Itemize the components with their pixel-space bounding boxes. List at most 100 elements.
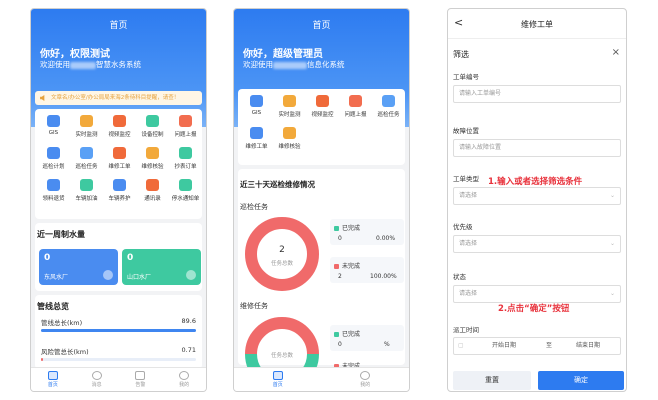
grid-item-patrol-plan[interactable]: 巡检计划	[37, 147, 70, 170]
grid-item-label: 问题上报	[174, 132, 197, 138]
stats-title: 近三十天巡检维修情况	[240, 180, 315, 189]
plant-tile-dongfeng[interactable]: 0 东风水厂	[39, 249, 118, 285]
camera-icon	[113, 115, 126, 127]
reset-button[interactable]: 重置	[453, 371, 531, 390]
grid-item-camera[interactable]: 视频监控	[306, 95, 339, 118]
notice-icon	[179, 179, 192, 191]
chevron-down-icon: ⌄	[609, 290, 615, 297]
grid-item-material[interactable]: 领料退货	[37, 179, 70, 202]
patrol-plan-icon	[47, 147, 60, 159]
grid-item-patrol-task[interactable]: 巡检任务	[372, 95, 405, 118]
grid-item-repair-check[interactable]: 维修核验	[273, 127, 306, 150]
tab-mine[interactable]: 我的	[162, 368, 206, 391]
grid-item-notice[interactable]: 停水通知单	[169, 179, 202, 202]
close-icon[interactable]: ×	[612, 47, 620, 58]
grid-item-meter-order[interactable]: 抄表订单	[169, 147, 202, 170]
progress-track	[41, 358, 196, 361]
end-date[interactable]: 结束日期	[576, 338, 600, 354]
dispatch-time-range[interactable]: ▢ 开始日期 至 结束日期	[453, 337, 621, 355]
grid-item-vehicle[interactable]: 车辆养护	[103, 179, 136, 202]
tab-label: 首页	[47, 382, 58, 388]
field-placeholder: 请选择	[459, 240, 478, 247]
grid-item-label: GIS	[48, 130, 59, 136]
report-icon	[349, 95, 362, 107]
row-label: 管线总长(km)	[41, 319, 83, 327]
grid-item-label: 视频监控	[108, 132, 131, 138]
field-label: 状态	[453, 273, 466, 281]
patrol-done-legend: 已完成	[334, 223, 360, 232]
pipe-title: 管线总览	[37, 302, 69, 311]
grid-item-label: 车辆养护	[108, 196, 131, 202]
grid-item-label: 领料退货	[42, 196, 65, 202]
select-field[interactable]: 请选择 ⌄	[453, 235, 621, 253]
progress-track	[41, 329, 196, 332]
field-placeholder: 请输入工单编号	[459, 90, 502, 97]
dispatch-time-label: 派工时间	[453, 326, 479, 334]
grid-item-contacts[interactable]: 通讯录	[136, 179, 169, 202]
repair-donut-undone	[245, 317, 319, 355]
patrol-title: 巡检任务	[240, 203, 268, 211]
patrol-total: 2	[279, 245, 285, 255]
notice-bar[interactable]: 文章名/办公室/办公局局来海2条待科目提醒，请查！	[35, 91, 202, 105]
subtitle-suffix: 智慧水务系统	[96, 60, 141, 69]
grid-item-report[interactable]: 问题上报	[169, 115, 202, 138]
field-label: 工单编号	[453, 73, 479, 81]
subtitle-prefix: 欢迎使用	[243, 60, 273, 69]
confirm-button[interactable]: 确定	[538, 371, 624, 390]
grid-item-repair-order[interactable]: 维修工单	[240, 127, 273, 150]
grid-item-fuel[interactable]: 车辆加油	[70, 179, 103, 202]
annotation-step2: 2.点击“确定”按钮	[498, 304, 570, 314]
tab-home[interactable]: 首页	[234, 368, 322, 391]
field-placeholder: 请选择	[459, 290, 478, 297]
filter-title: 筛选	[453, 50, 469, 59]
greeting: 你好，权限测试	[40, 49, 110, 60]
page-title: 首页	[312, 21, 331, 31]
start-date[interactable]: 开始日期	[492, 338, 516, 354]
meter-order-icon	[179, 147, 192, 159]
grid-item-repair-check[interactable]: 维修核验	[136, 147, 169, 170]
tab-messages[interactable]: 消息	[75, 368, 119, 391]
page-title: 维修工单	[521, 20, 553, 29]
field-label: 优先级	[453, 223, 473, 231]
tab-mine[interactable]: 我的	[322, 368, 410, 391]
tab-alarm[interactable]: 告警	[119, 368, 163, 391]
grid-item-label: 实时监测	[278, 112, 301, 118]
patrol-todo-pct: 100.00%	[370, 273, 397, 280]
contacts-icon	[146, 179, 159, 191]
tab-home[interactable]: 首页	[31, 368, 75, 391]
vehicle-icon	[113, 179, 126, 191]
report-icon	[179, 115, 192, 127]
patrol-total-label: 任务总数	[270, 261, 293, 267]
text-input[interactable]: 请输入工单编号	[453, 85, 621, 103]
field-placeholder: 请输入故障位置	[459, 144, 502, 151]
device-control-icon	[146, 115, 159, 127]
patrol-done-pct: 0.00%	[376, 235, 396, 242]
grid-item-label: 维修工单	[245, 144, 268, 150]
select-field[interactable]: 请选择 ⌄	[453, 187, 621, 205]
grid-item-gis[interactable]: GIS	[37, 115, 70, 138]
grid-item-label: 维修工单	[108, 164, 131, 170]
grid-item-monitor[interactable]: 实时监测	[273, 95, 306, 118]
grid-item-camera[interactable]: 视频监控	[103, 115, 136, 138]
tab-bar: 首页 我的	[234, 367, 409, 391]
grid-item-report[interactable]: 问题上报	[339, 95, 372, 118]
grid-item-gis[interactable]: GIS	[240, 95, 273, 118]
progress-fill	[41, 358, 44, 361]
gis-icon	[47, 115, 60, 127]
patrol-task-icon	[80, 147, 93, 159]
repair-check-icon	[146, 147, 159, 159]
welcome-subtitle: 欢迎使用 智慧水务系统	[40, 59, 141, 70]
plant-tile-shankou[interactable]: 0 山口水厂	[122, 249, 201, 285]
grid-item-patrol-task[interactable]: 巡检任务	[70, 147, 103, 170]
tile-name: 东风水厂	[44, 274, 69, 281]
home-icon	[47, 371, 58, 380]
chevron-down-icon: ⌄	[609, 192, 615, 199]
text-input[interactable]: 请输入故障位置	[453, 139, 621, 157]
grid-item-monitor[interactable]: 实时监测	[70, 115, 103, 138]
select-field[interactable]: 请选择 ⌄	[453, 285, 621, 303]
function-grid: GIS 实时监测 视频监控 问题上报 巡检任务维修工单 维修核验	[240, 95, 405, 150]
grid-item-label: GIS	[251, 110, 262, 116]
grid-item-repair-order[interactable]: 维修工单	[103, 147, 136, 170]
home-icon	[272, 371, 283, 380]
grid-item-device-control[interactable]: 设备控制	[136, 115, 169, 138]
